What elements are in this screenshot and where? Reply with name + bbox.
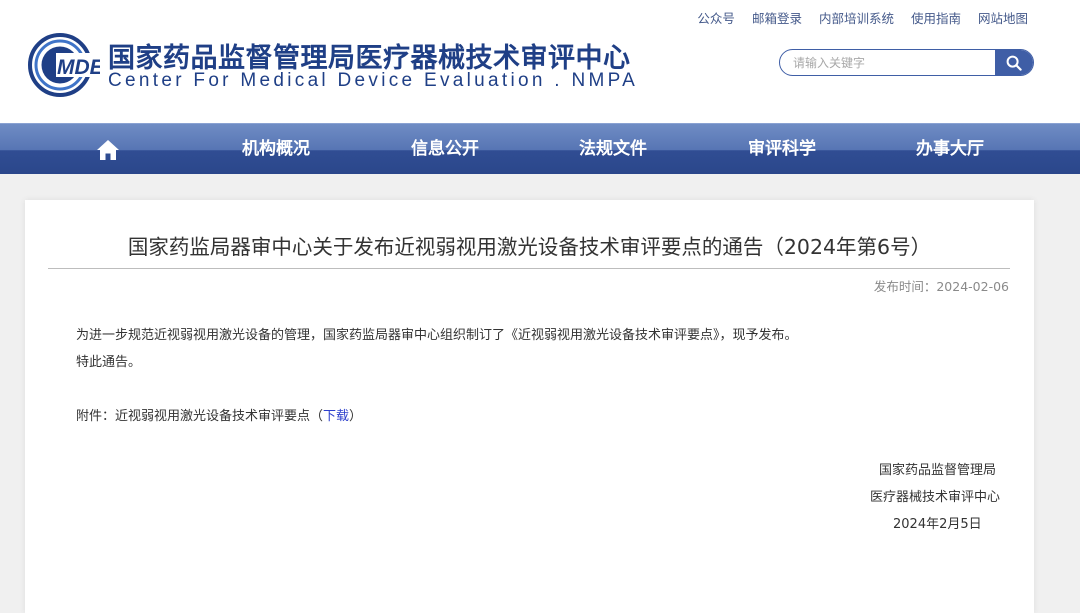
title-divider: [48, 268, 1010, 269]
nav-item-regulations[interactable]: 法规文件: [579, 124, 647, 175]
mde-logo[interactable]: MDE: [24, 32, 100, 98]
top-link-sitemap[interactable]: 网站地图: [978, 8, 1028, 27]
signature-date: 2024年2月5日: [893, 517, 982, 532]
search-icon: [1006, 55, 1022, 71]
article-paragraph-1: 为进一步规范近视弱视用激光设备的管理，国家药监局器审中心组织制订了《近视弱视用激…: [76, 328, 798, 343]
publish-date-value: 2024-02-06: [936, 279, 1009, 294]
top-link-guide[interactable]: 使用指南: [911, 8, 961, 27]
attachment-label: 附件：近视弱视用激光设备技术审评要点（: [76, 409, 324, 424]
search-button[interactable]: [995, 50, 1033, 75]
svg-text:MDE: MDE: [57, 56, 100, 79]
signature-center: 医疗器械技术审评中心: [870, 490, 1001, 505]
attachment-suffix: ）: [349, 409, 363, 424]
search-input[interactable]: [780, 50, 995, 75]
main-nav: 机构概况 信息公开 法规文件 审评科学 办事大厅: [0, 123, 1080, 174]
home-icon[interactable]: [96, 139, 120, 161]
nav-item-review-science[interactable]: 审评科学: [748, 124, 816, 175]
download-link[interactable]: 下载: [323, 409, 349, 424]
top-link-wechat[interactable]: 公众号: [697, 8, 735, 27]
site-title-en: Center For Medical Device Evaluation . N…: [108, 70, 639, 91]
top-link-mail-login[interactable]: 邮箱登录: [752, 8, 802, 27]
search-box: [779, 49, 1034, 76]
attachment-line: 附件：近视弱视用激光设备技术审评要点（下载）: [76, 405, 362, 424]
nav-item-info-disclosure[interactable]: 信息公开: [411, 124, 479, 175]
publish-label: 发布时间：: [873, 279, 937, 294]
article-card: 国家药监局器审中心关于发布近视弱视用激光设备技术审评要点的通告（2024年第6号…: [25, 200, 1034, 613]
publish-date: 发布时间：2024-02-06: [874, 276, 1009, 295]
article-title: 国家药监局器审中心关于发布近视弱视用激光设备技术审评要点的通告（2024年第6号…: [127, 235, 932, 259]
top-link-training-system[interactable]: 内部培训系统: [819, 8, 894, 27]
nav-item-service-hall[interactable]: 办事大厅: [916, 124, 984, 175]
nav-item-about[interactable]: 机构概况: [242, 124, 310, 175]
site-header: MDE 国家药品监督管理局医疗器械技术审评中心 Center For Medic…: [0, 0, 1080, 123]
article-paragraph-2: 特此通告。: [76, 355, 142, 370]
signature-agency: 国家药品监督管理局: [879, 463, 997, 478]
top-links: 公众号 邮箱登录 内部培训系统 使用指南 网站地图: [697, 8, 1028, 27]
